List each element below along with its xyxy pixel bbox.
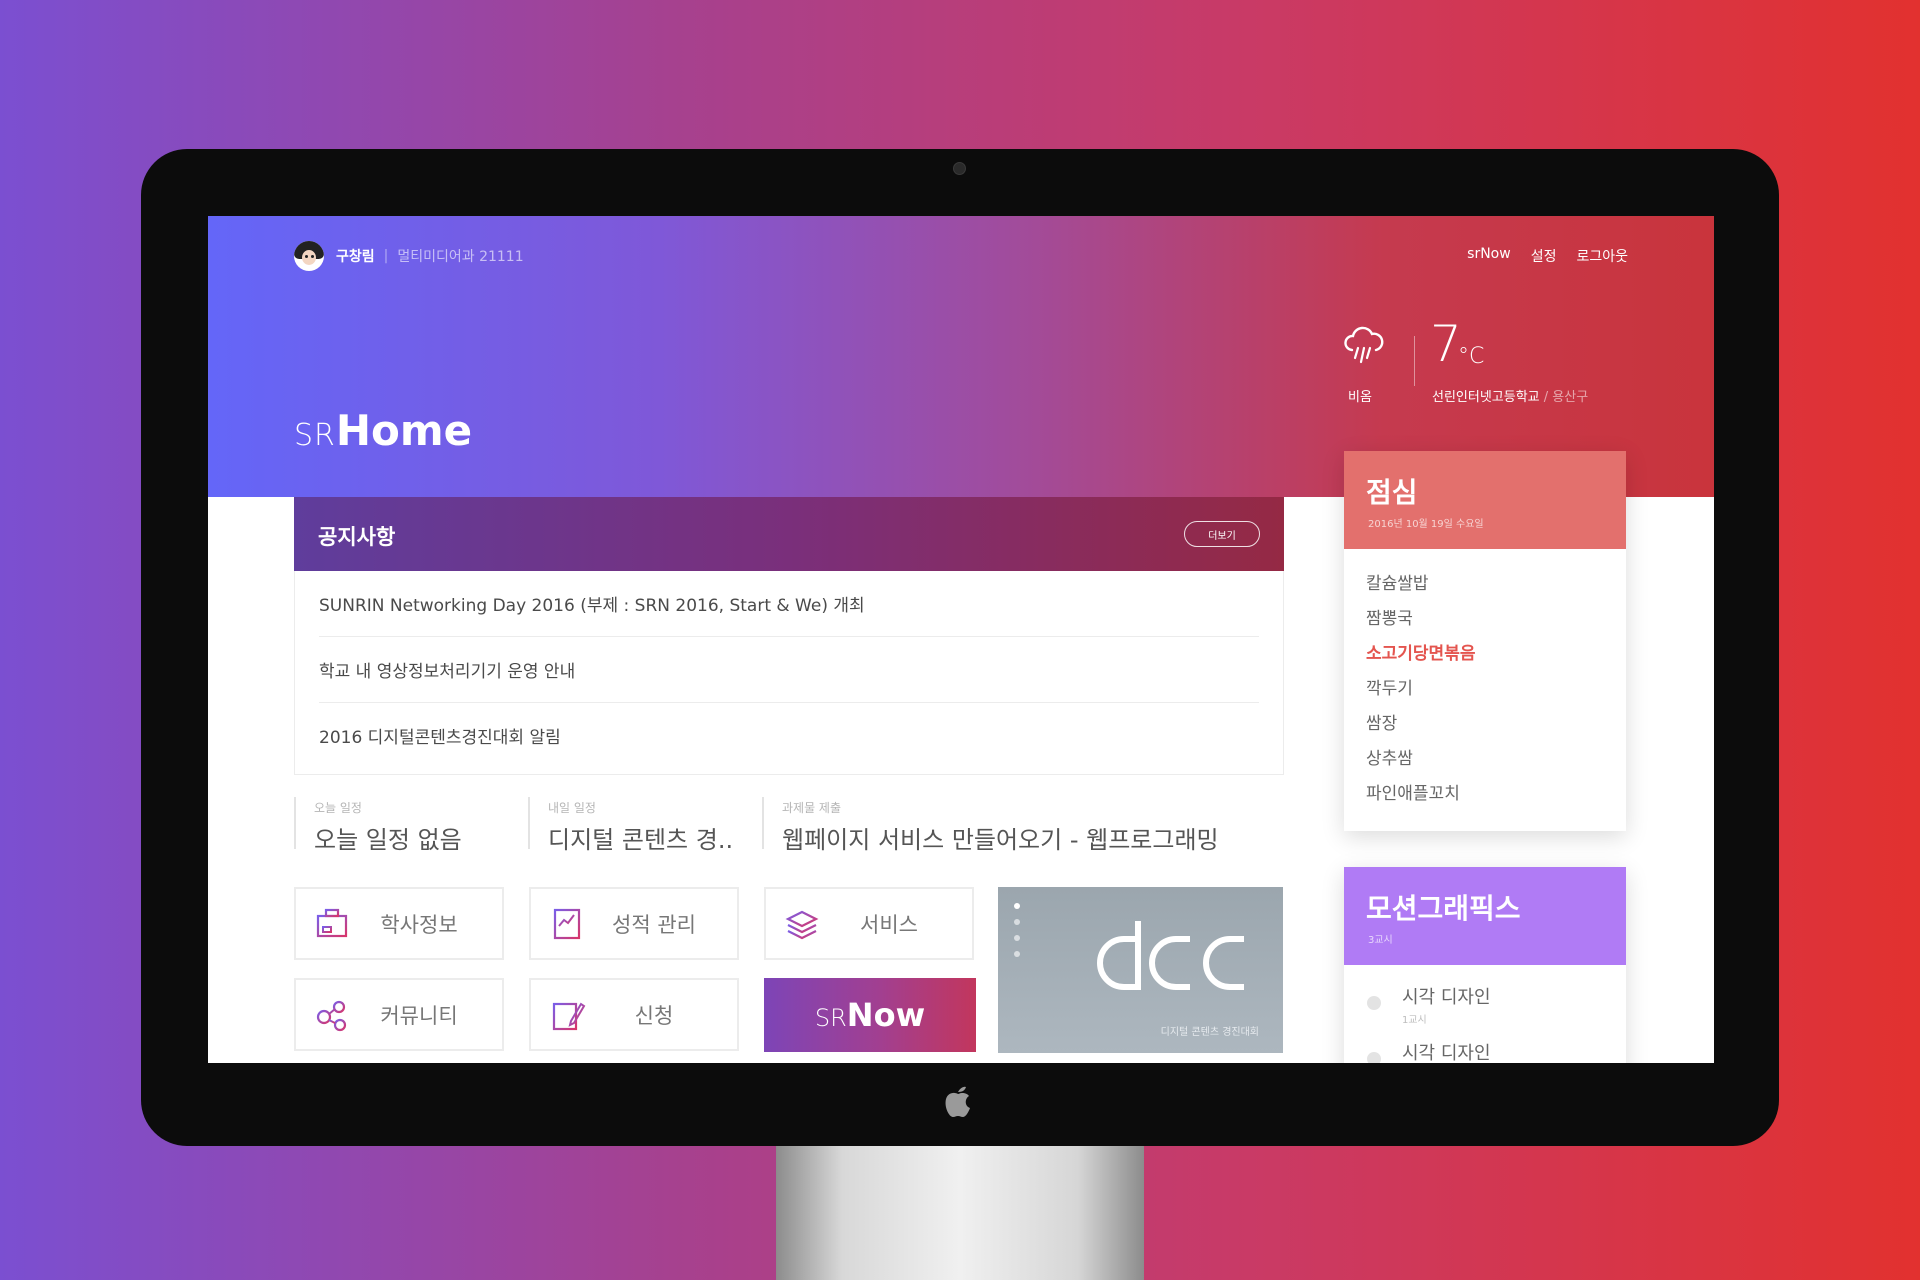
- timetable-item[interactable]: 시각 디자인: [1366, 1039, 1626, 1063]
- notice-item[interactable]: SUNRIN Networking Day 2016 (부제 : SRN 201…: [319, 571, 1259, 637]
- lunch-date: 2016년 10월 19일 수요일: [1368, 519, 1484, 530]
- timeline-dot: [1367, 1052, 1381, 1063]
- schedule-assignment[interactable]: 과제물 제출 웹페이지 서비스 만들어오기 - 웹프로그래밍: [762, 797, 1219, 854]
- notice-header: 공지사항 더보기: [294, 497, 1284, 571]
- carousel-dot[interactable]: [1014, 951, 1020, 957]
- lunch-card: 점심 2016년 10월 19일 수요일 칼슘쌀밥 짬뽕국 소고기당면볶음 깍두…: [1344, 451, 1626, 831]
- camera-icon: [953, 162, 966, 175]
- user-separator: |: [383, 248, 389, 264]
- dcc-logo: [1097, 921, 1244, 990]
- timetable-title: 모션그래픽스: [1366, 892, 1521, 925]
- rain-cloud-icon: [1344, 326, 1384, 364]
- browser-screen: 구창림 | 멀티미디어과 21111 srNow 설정 로그아웃 SR Home…: [208, 216, 1714, 1063]
- tile-service[interactable]: 서비스: [764, 887, 974, 960]
- timetable-item[interactable]: 시각 디자인 1교시: [1366, 983, 1626, 1039]
- layers-icon: [785, 910, 819, 939]
- academic-info-icon: [316, 908, 348, 937]
- notice-more-button[interactable]: 더보기: [1184, 521, 1260, 547]
- carousel-dot[interactable]: [1014, 935, 1020, 941]
- user-department: 멀티미디어과 21111: [397, 249, 524, 265]
- schedule-tomorrow[interactable]: 내일 일정 디지털 콘텐츠 경..: [528, 797, 733, 854]
- weather-divider: [1414, 336, 1415, 386]
- tile-service-label: 서비스: [860, 912, 918, 937]
- apple-logo-icon: [945, 1086, 970, 1117]
- logo-word: Home: [335, 406, 473, 455]
- lunch-header: 점심 2016년 10월 19일 수요일: [1344, 451, 1626, 549]
- timetable-card: 모션그래픽스 3교시 시각 디자인 1교시 시각 디자인: [1344, 867, 1626, 1063]
- menu-item: 칼슘쌀밥: [1366, 574, 1429, 594]
- tile-academic-info-label: 학사정보: [380, 912, 458, 937]
- schedule-today[interactable]: 오늘 일정 오늘 일정 없음: [294, 797, 462, 854]
- carousel-dot[interactable]: [1014, 919, 1020, 925]
- menu-item: 깍두기: [1366, 679, 1413, 699]
- timetable-period: 3교시: [1368, 935, 1393, 946]
- notice-panel: 공지사항 더보기 SUNRIN Networking Day 2016 (부제 …: [294, 497, 1284, 775]
- timetable-item-period: 1교시: [1402, 1015, 1427, 1026]
- srhome-logo[interactable]: SR Home: [294, 406, 472, 455]
- timetable-header: 모션그래픽스 3교시: [1344, 867, 1626, 965]
- grade-chart-icon: [553, 908, 581, 939]
- dcc-banner[interactable]: 디지털 콘텐츠 경진대회: [998, 887, 1283, 1053]
- notice-item[interactable]: 2016 디지털콘텐츠경진대회 알림: [319, 703, 1259, 768]
- community-icon: [316, 1000, 347, 1031]
- weather-location: 선린인터넷고등학교 / 용산구: [1432, 386, 1588, 405]
- menu-item: 쌈장: [1366, 714, 1398, 734]
- tile-academic-info[interactable]: 학사정보: [294, 887, 504, 960]
- weather-condition: 비옴: [1348, 390, 1372, 405]
- nav-srnow[interactable]: srNow: [1467, 246, 1511, 266]
- dcc-caption: 디지털 콘텐츠 경진대회: [1160, 1027, 1259, 1038]
- menu-item: 짬뽕국: [1366, 609, 1413, 629]
- weather-unit: °C: [1458, 344, 1485, 369]
- timeline-dot: [1367, 996, 1381, 1010]
- nav-logout[interactable]: 로그아웃: [1576, 246, 1628, 266]
- timetable-list: 시각 디자인 1교시 시각 디자인: [1344, 965, 1626, 1063]
- weather-district: / 용산구: [1543, 390, 1589, 405]
- schedule-row: 오늘 일정 오늘 일정 없음 내일 일정 디지털 콘텐츠 경.. 과제물 제출 …: [294, 797, 1284, 854]
- application-pen-icon: [552, 1002, 586, 1030]
- lunch-title: 점심: [1366, 476, 1418, 509]
- tile-application-label: 신청: [634, 1003, 674, 1028]
- menu-item-highlighted: 소고기당면볶음: [1366, 644, 1476, 664]
- monitor-stand: [776, 1146, 1144, 1280]
- user-avatar-icon[interactable]: [294, 241, 324, 271]
- schedule-today-caption: 오늘 일정: [314, 801, 362, 815]
- schedule-tomorrow-value: 디지털 콘텐츠 경..: [548, 826, 734, 854]
- menu-item: 상추쌈: [1366, 749, 1413, 769]
- weather-widget: 비옴 7 °C 선린인터넷고등학교 / 용산구: [1342, 315, 1588, 405]
- logo-prefix: SR: [294, 418, 336, 453]
- lunch-menu: 칼슘쌀밥 짬뽕국 소고기당면볶음 깍두기 쌈장 상추쌈 파인애플꼬치: [1344, 549, 1626, 812]
- srnow-word: Now: [846, 996, 926, 1034]
- notice-title: 공지사항: [318, 525, 396, 549]
- srnow-prefix: SR: [814, 1004, 847, 1032]
- weather-school: 선린인터넷고등학교: [1432, 390, 1540, 405]
- menu-item: 파인애플꼬치: [1366, 784, 1460, 804]
- schedule-assignment-value: 웹페이지 서비스 만들어오기 - 웹프로그래밍: [782, 826, 1219, 854]
- timetable-subject: 시각 디자인: [1402, 987, 1491, 1008]
- nav-settings[interactable]: 설정: [1531, 246, 1557, 266]
- tile-community-label: 커뮤니티: [380, 1003, 458, 1028]
- user-name: 구창림: [336, 249, 375, 265]
- user-info: 구창림 | 멀티미디어과 21111: [294, 240, 524, 272]
- schedule-today-value: 오늘 일정 없음: [314, 826, 462, 854]
- notice-item[interactable]: 학교 내 영상정보처리기기 운영 안내: [319, 637, 1259, 703]
- tile-grade-label: 성적 관리: [612, 912, 696, 937]
- srnow-banner-button[interactable]: SR Now: [764, 978, 976, 1052]
- timetable-subject: 시각 디자인: [1402, 1043, 1491, 1063]
- tile-community[interactable]: 커뮤니티: [294, 978, 504, 1051]
- top-nav: srNow 설정 로그아웃: [1467, 246, 1628, 266]
- schedule-assignment-caption: 과제물 제출: [782, 801, 842, 815]
- notice-list: SUNRIN Networking Day 2016 (부제 : SRN 201…: [295, 571, 1283, 768]
- tile-grade[interactable]: 성적 관리: [529, 887, 739, 960]
- tile-application[interactable]: 신청: [529, 978, 739, 1051]
- schedule-tomorrow-caption: 내일 일정: [548, 801, 596, 815]
- carousel-dot[interactable]: [1014, 903, 1020, 909]
